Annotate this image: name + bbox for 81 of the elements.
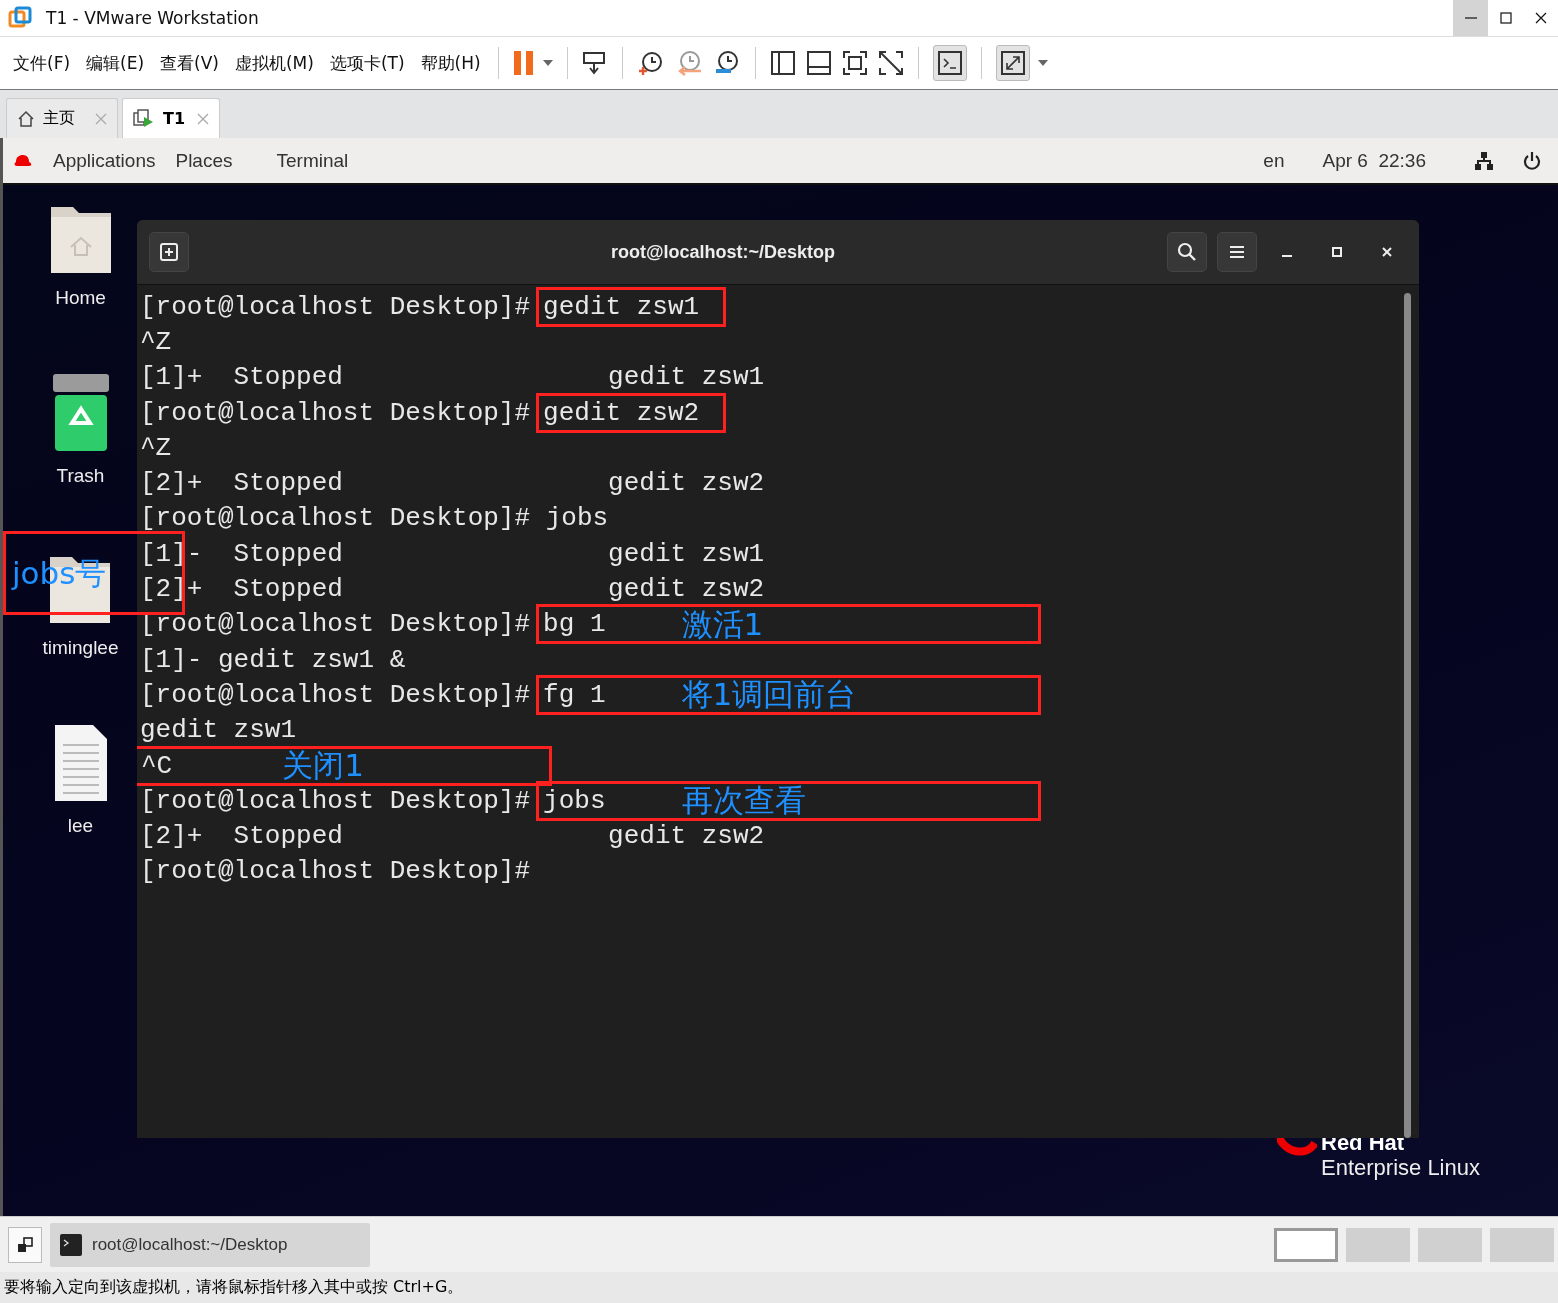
workspace-thumbnail[interactable]	[1418, 1227, 1482, 1262]
output-text: [1]- gedit zsw1 &	[140, 644, 406, 675]
vmware-logo-icon	[8, 6, 32, 30]
prompt-text: [root@localhost Desktop]#	[140, 291, 531, 322]
output-text: [2]+ Stopped gedit zsw2	[140, 468, 765, 499]
top-bar-menu[interactable]: Applications	[53, 149, 156, 172]
workspace-thumbnail[interactable]	[1346, 1227, 1410, 1262]
workspace-thumbnail[interactable]	[1490, 1227, 1554, 1262]
snapshot-add-icon[interactable]	[636, 49, 665, 77]
desktop-icon-label[interactable]: lee	[67, 815, 94, 837]
desktop-icon-label[interactable]: Trash	[56, 465, 105, 487]
virtual-machine-icon	[133, 108, 155, 129]
prompt-text: [root@localhost Desktop]#	[140, 609, 531, 640]
language-indicator[interactable]: en	[1263, 149, 1285, 172]
terminal-title: root@localhost:~/Desktop	[609, 241, 837, 263]
menu-item[interactable]: 文件(F)	[10, 51, 74, 75]
top-bar-menu[interactable]: Terminal	[276, 149, 349, 172]
command-text: gedit zsw1	[543, 291, 700, 322]
status-text: 要将输入定向到该虚拟机，请将鼠标指针移入其中或按 Ctrl+G。	[4, 1277, 464, 1298]
prompt-text: [root@localhost Desktop]#	[140, 679, 531, 710]
output-text: ^Z	[140, 432, 172, 463]
desktop-icon-label[interactable]: Home	[55, 287, 106, 309]
command-text: bg 1	[543, 609, 606, 640]
menu-item[interactable]: 编辑(E)	[83, 51, 148, 75]
menu-icon[interactable]	[1229, 244, 1245, 260]
output-text: [2]+ Stopped gedit zsw2	[140, 821, 765, 852]
recycle-bin-icon[interactable]	[51, 373, 110, 453]
pause-icon[interactable]	[512, 50, 535, 76]
scrollbar[interactable]	[1404, 293, 1411, 1138]
panel-view-icon[interactable]	[805, 50, 832, 76]
menu-item[interactable]: 虚拟机(M)	[231, 51, 317, 75]
annotation-note: 关闭1	[282, 750, 364, 781]
clock[interactable]: Apr 6 22:36	[1322, 149, 1426, 172]
fullscreen-button[interactable]	[995, 45, 1030, 81]
window-title: T1 - VMware Workstation	[46, 8, 259, 28]
no-fit-icon[interactable]	[877, 50, 904, 76]
menu-button[interactable]	[1217, 232, 1257, 272]
command-text: jobs	[545, 503, 609, 534]
terminal-icon	[60, 1233, 82, 1256]
close-icon[interactable]	[1534, 12, 1547, 24]
command-text: jobs	[543, 785, 606, 816]
taskbar-item[interactable]: root@localhost:~/Desktop	[50, 1222, 370, 1267]
annotation-note: 将1调回前台	[681, 679, 857, 711]
restore-button[interactable]	[8, 1226, 42, 1263]
desktop-icon-label[interactable]: timinglee	[42, 637, 119, 659]
new-tab-button[interactable]	[149, 232, 189, 272]
command-text: fg 1	[543, 679, 606, 710]
annotation-note: 再次查看	[681, 785, 806, 817]
power-icon[interactable]	[1522, 150, 1542, 171]
menu-item[interactable]: 帮助(H)	[417, 51, 484, 75]
output-text: ^Z	[140, 326, 172, 357]
prompt-text: [root@localhost Desktop]#	[140, 856, 531, 887]
restore-icon[interactable]	[17, 1236, 33, 1253]
network-icon[interactable]	[1474, 150, 1494, 171]
command-text: gedit zsw2	[543, 397, 700, 428]
output-text: gedit zsw1	[140, 715, 297, 746]
tab[interactable]: T1	[122, 98, 220, 138]
brand-text: Enterprise Linux	[1321, 1155, 1480, 1181]
plus-icon[interactable]	[160, 243, 178, 261]
output-text: [1]+ Stopped gedit zsw1	[140, 362, 765, 393]
prompt-text: [root@localhost Desktop]#	[140, 397, 531, 428]
top-bar-menu[interactable]: Places	[175, 149, 233, 172]
sidebar-view-icon[interactable]	[769, 50, 796, 76]
menu-item[interactable]: 选项卡(T)	[326, 51, 408, 75]
search-button[interactable]	[1167, 232, 1207, 272]
output-text: ^C	[141, 750, 173, 781]
workspace-thumbnail[interactable]	[1274, 1227, 1338, 1262]
hat-icon	[13, 152, 33, 169]
fit-view-icon[interactable]	[841, 50, 868, 76]
tab[interactable]: 主页	[6, 98, 118, 138]
text-file-icon[interactable]	[52, 723, 109, 803]
home-icon	[17, 109, 35, 128]
prompt-text: [root@localhost Desktop]#	[140, 785, 531, 816]
search-icon[interactable]	[1177, 242, 1197, 262]
prompt-text: [root@localhost Desktop]#	[140, 503, 531, 534]
caret-icon[interactable]	[542, 60, 553, 66]
annotation-note: 激活1	[681, 608, 764, 640]
console-button[interactable]	[932, 45, 967, 81]
maximize-icon[interactable]	[1499, 12, 1512, 24]
menu-item[interactable]: 查看(V)	[157, 51, 222, 75]
caret-icon[interactable]	[1037, 60, 1048, 66]
